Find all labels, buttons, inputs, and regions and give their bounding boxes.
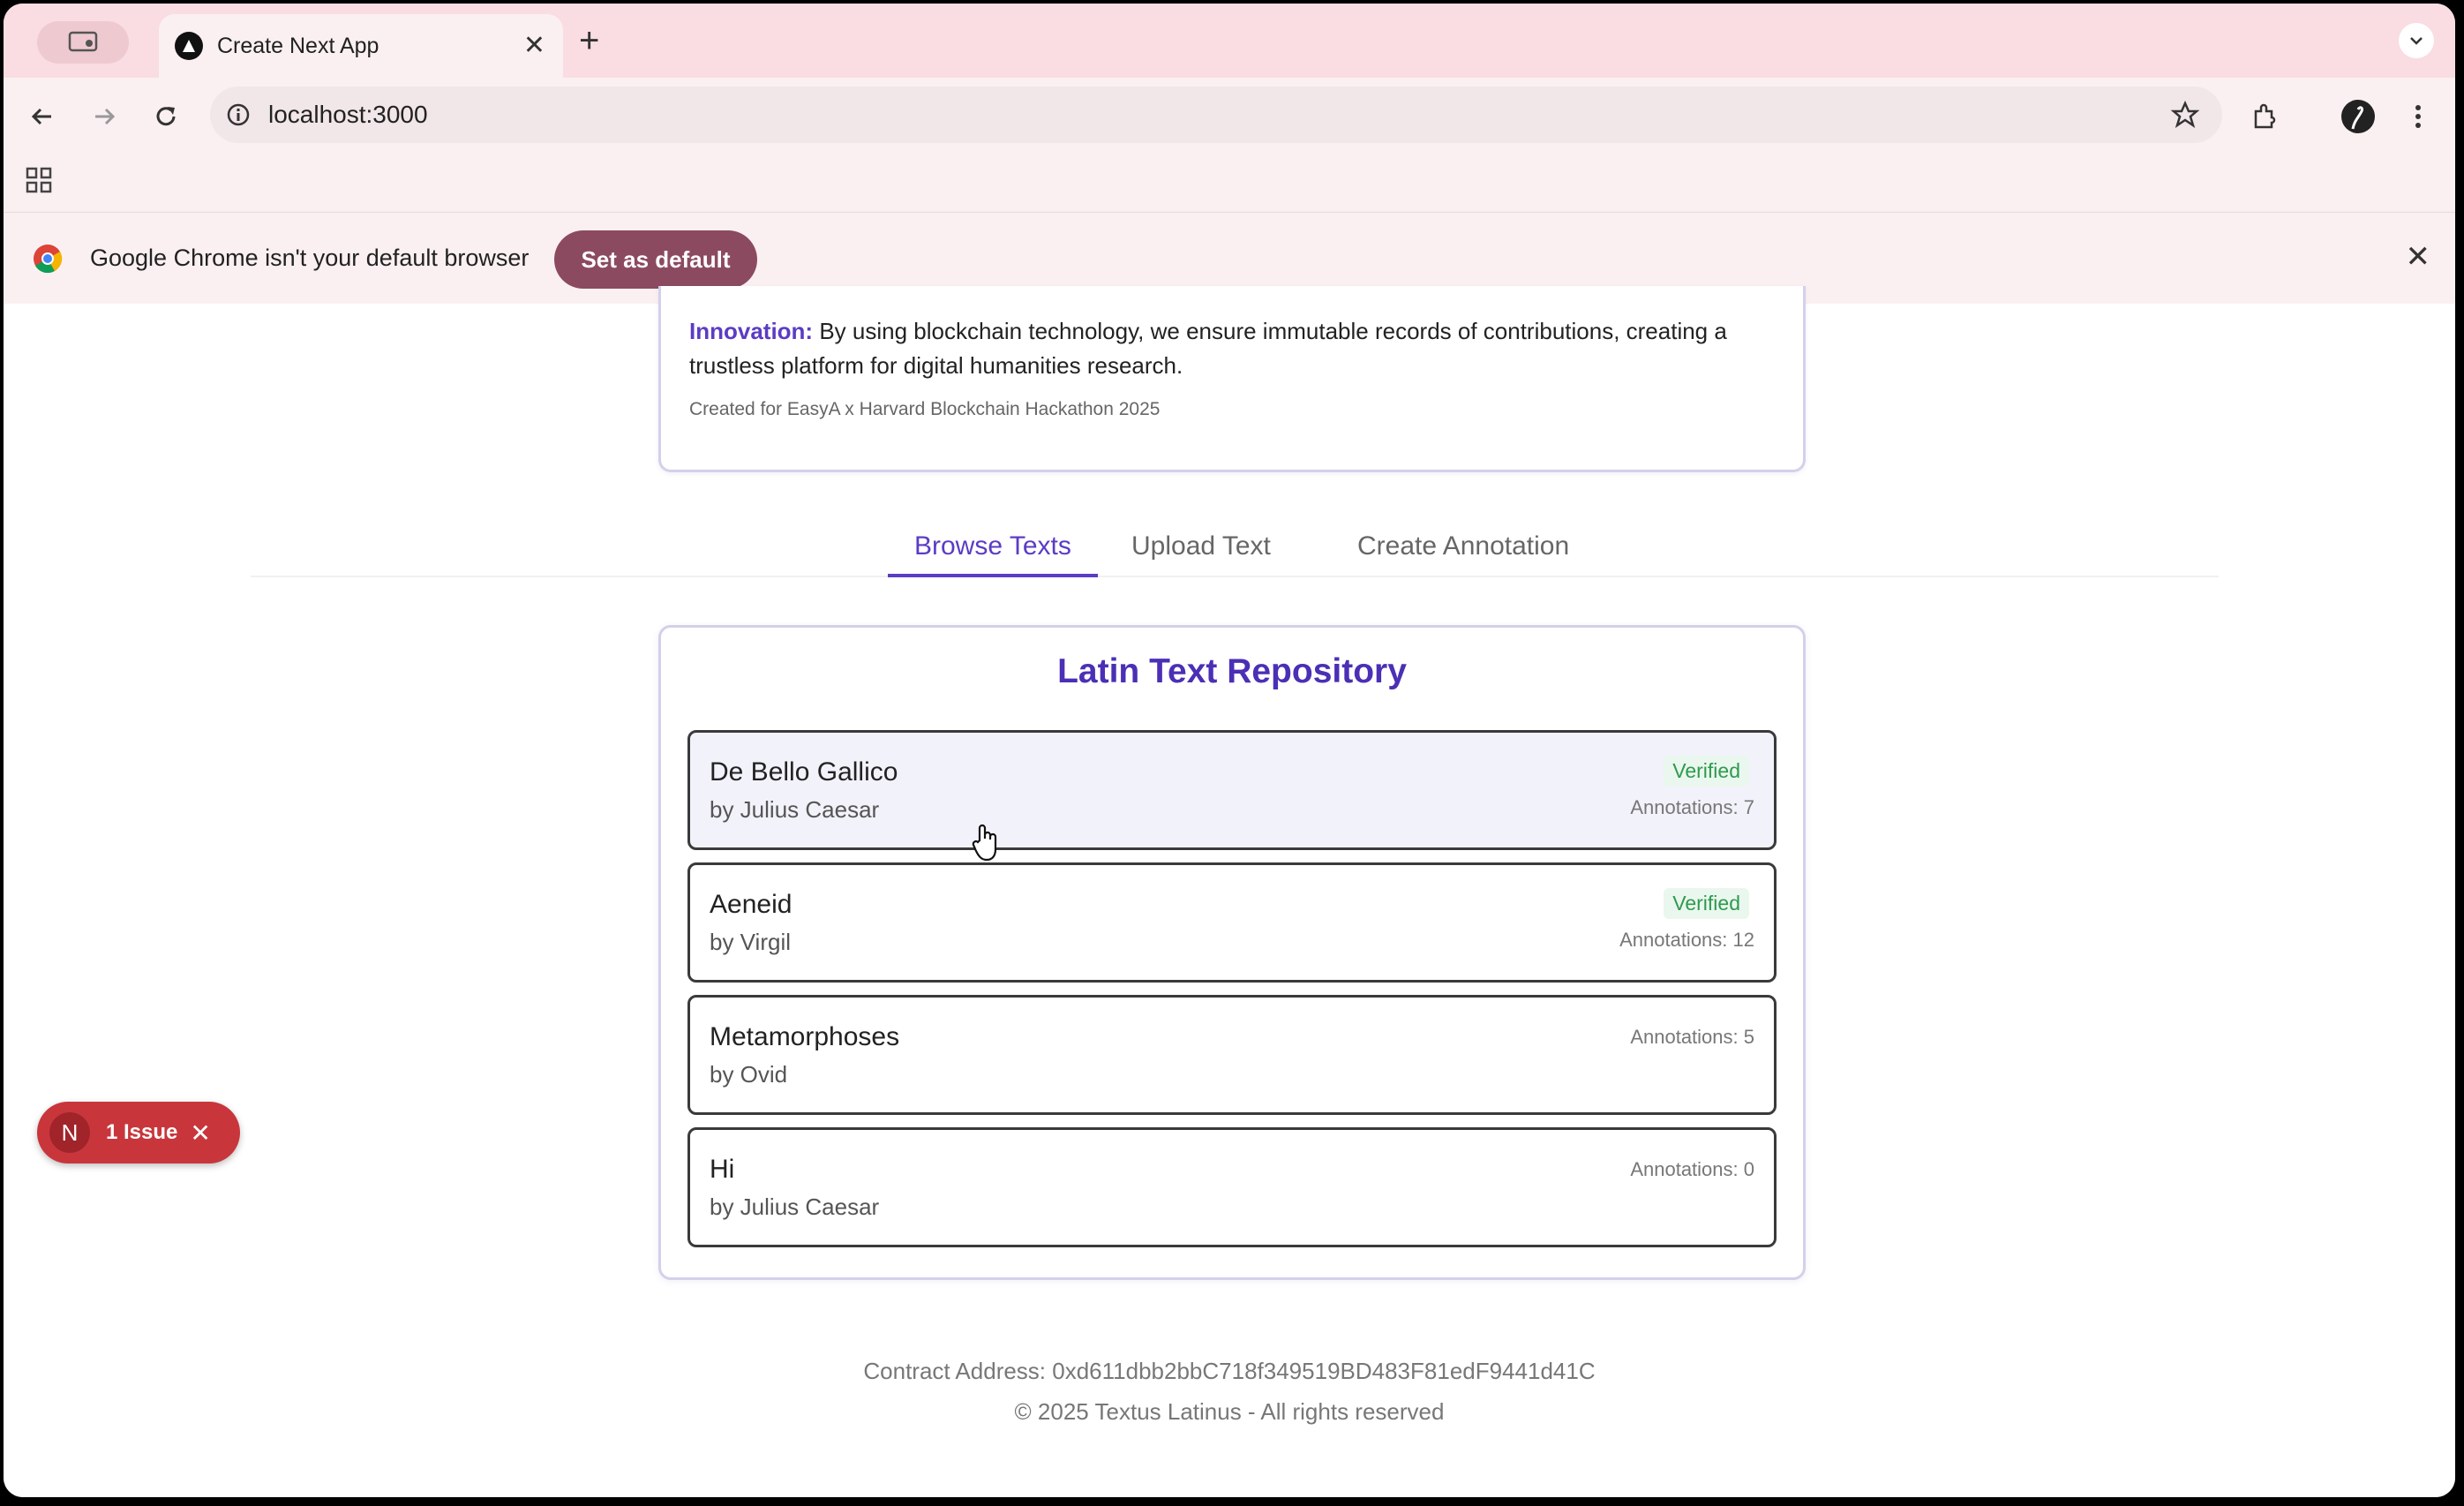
reload-icon[interactable]: [146, 97, 185, 136]
tab-strip: Create Next App ✕ +: [4, 4, 2455, 78]
close-icon[interactable]: ✕: [2406, 239, 2431, 275]
page-content: Innovation: By using blockchain technolo…: [4, 286, 2455, 1497]
contract-address: Contract Address: 0xd611dbb2bbC718f34951…: [863, 1358, 1596, 1384]
nextjs-favicon-icon: [175, 32, 203, 60]
verified-badge: Verified: [1664, 756, 1749, 787]
tab-browse-texts[interactable]: Browse Texts: [888, 524, 1098, 577]
annotation-count: Annotations: 5: [1630, 1026, 1754, 1048]
text-author: by Julius Caesar: [710, 796, 880, 823]
innovation-label: Innovation:: [689, 318, 814, 344]
verified-badge: Verified: [1664, 888, 1749, 919]
innovation-text: By using blockchain technology, we ensur…: [689, 318, 1727, 379]
tab-upload-text[interactable]: Upload Text: [1105, 524, 1297, 574]
annotation-count: Annotations: 7: [1630, 796, 1754, 818]
text-title: Aeneid: [710, 890, 793, 919]
text-list-item[interactable]: Aeneid by Virgil Verified Annotations: 1…: [687, 862, 1777, 983]
tab-create-annotation[interactable]: Create Annotation: [1331, 524, 1596, 574]
chrome-logo-icon: [34, 245, 63, 274]
about-card: Innovation: By using blockchain technolo…: [658, 286, 1806, 472]
innovation-paragraph: Innovation: By using blockchain technolo…: [689, 314, 1784, 383]
text-author: by Ovid: [710, 1061, 788, 1088]
latin-text-repository: Latin Text Repository De Bello Gallico b…: [658, 625, 1806, 1280]
tab-search-button[interactable]: [2399, 23, 2434, 58]
url-text: localhost:3000: [268, 101, 428, 128]
browser-window: Create Next App ✕ + localhost:3000 Googl…: [4, 4, 2455, 1497]
hand-cursor-icon: [972, 824, 997, 862]
text-author: by Julius Caesar: [710, 1194, 880, 1220]
profile-avatar[interactable]: [2339, 97, 2378, 136]
bookmarks-bar: [4, 154, 2455, 212]
apps-grid-icon[interactable]: [25, 166, 53, 194]
annotation-count: Annotations: 12: [1619, 929, 1754, 951]
hackathon-credit: Created for EasyA x Harvard Blockchain H…: [689, 399, 1161, 419]
set-as-default-button[interactable]: Set as default: [554, 230, 757, 289]
tab-title: Create Next App: [217, 33, 379, 58]
repository-title: Latin Text Repository: [1057, 652, 1407, 690]
more-menu-icon[interactable]: [2399, 97, 2438, 136]
extensions-icon[interactable]: [2245, 97, 2284, 136]
new-tab-icon[interactable]: +: [579, 21, 599, 60]
tab-groups-icon: [68, 31, 98, 52]
close-icon[interactable]: ✕: [190, 1118, 210, 1148]
site-info-icon[interactable]: [226, 102, 251, 127]
tab-close-icon[interactable]: ✕: [523, 30, 545, 62]
issue-count: 1 Issue: [106, 1120, 178, 1144]
forward-icon[interactable]: [85, 97, 124, 136]
text-title: Metamorphoses: [710, 1022, 900, 1051]
copyright-text: © 2025 Textus Latinus - All rights reser…: [1014, 1398, 1445, 1425]
text-author: by Virgil: [710, 929, 792, 955]
chevron-down-icon: [2410, 37, 2423, 45]
browser-tab-active[interactable]: Create Next App ✕: [159, 14, 563, 78]
annotation-count: Annotations: 0: [1630, 1158, 1754, 1180]
tab-groups-button[interactable]: [37, 21, 129, 64]
nextjs-issue-indicator[interactable]: N 1 Issue ✕: [37, 1102, 240, 1163]
nextjs-logo-icon: N: [49, 1112, 90, 1153]
text-list-item[interactable]: Hi by Julius Caesar Annotations: 0: [687, 1127, 1777, 1247]
address-bar[interactable]: localhost:3000: [210, 87, 2222, 143]
text-list-item[interactable]: Metamorphoses by Ovid Annotations: 5: [687, 995, 1777, 1115]
infobar-message: Google Chrome isn't your default browser: [90, 245, 530, 271]
browser-toolbar: localhost:3000: [4, 78, 2455, 154]
main-tabs: Browse Texts Upload Text Create Annotati…: [251, 524, 2219, 577]
back-icon[interactable]: [23, 97, 62, 136]
text-title: Hi: [710, 1155, 735, 1184]
text-list-item[interactable]: De Bello Gallico by Julius Caesar Verifi…: [687, 730, 1777, 850]
bookmark-star-icon[interactable]: [2171, 101, 2199, 129]
text-title: De Bello Gallico: [710, 757, 898, 787]
